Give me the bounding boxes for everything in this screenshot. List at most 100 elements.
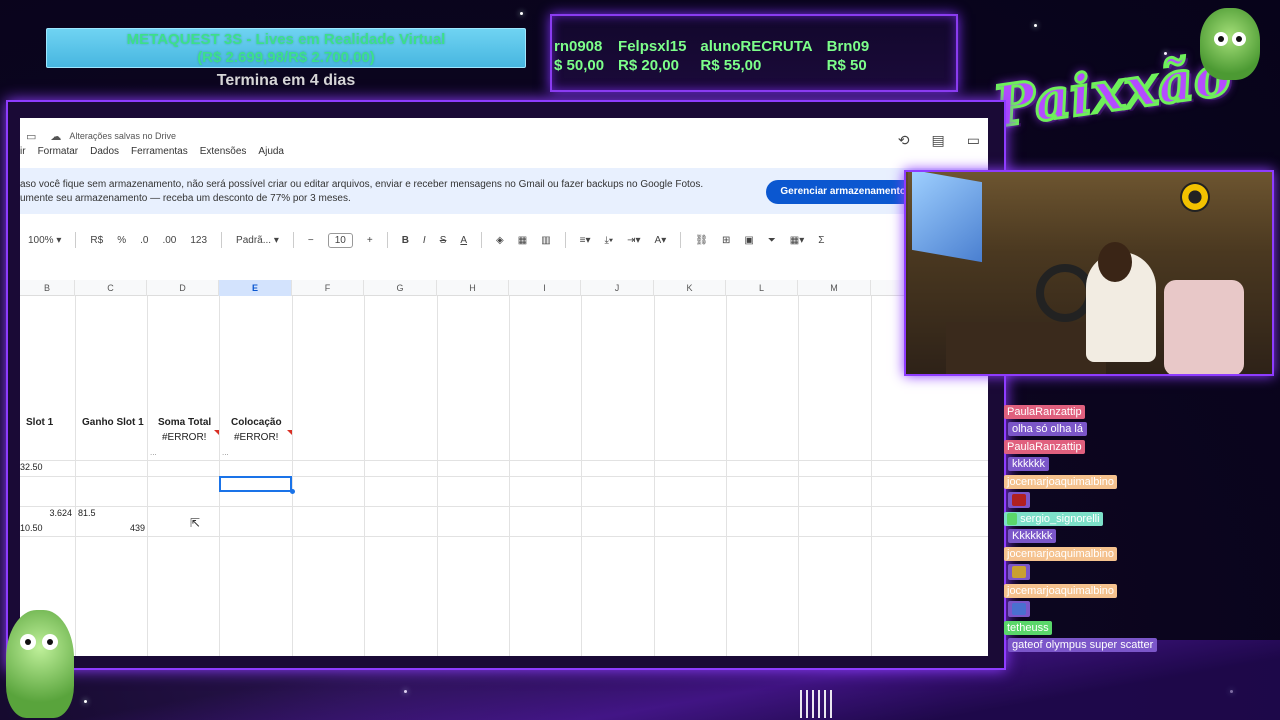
strikethrough-button[interactable]: S — [440, 235, 447, 246]
cell-e2[interactable]: #ERROR! — [234, 432, 278, 443]
cell-e3[interactable]: ... — [222, 448, 229, 457]
chat-emote — [1008, 564, 1030, 581]
menu-bar: ir Formatar Dados Ferramentas Extensões … — [20, 146, 284, 157]
align-horizontal-icon[interactable]: ≡▾ — [580, 235, 591, 246]
column-header-b[interactable]: B — [20, 280, 75, 296]
column-header-f[interactable]: F — [292, 280, 364, 296]
menu-item[interactable]: ir — [20, 146, 26, 157]
text-wrap-icon[interactable]: ⇥▾ — [627, 235, 640, 246]
ticker-item: Felpsxl15 R$ 20,00 — [618, 38, 686, 90]
toolbar-separator — [221, 232, 223, 248]
menu-item-format[interactable]: Formatar — [38, 146, 79, 157]
menu-item-tools[interactable]: Ferramentas — [131, 146, 188, 157]
column-header-l[interactable]: L — [726, 280, 798, 296]
column-header-i[interactable]: I — [509, 280, 581, 296]
align-vertical-icon[interactable]: ⤓▾ — [605, 235, 614, 246]
cell-b8[interactable]: 10.50 — [20, 523, 43, 533]
eye-icon — [1232, 32, 1246, 46]
cell-b4[interactable]: 32.50 — [20, 462, 43, 472]
comments-icon[interactable]: ▤ — [932, 132, 945, 149]
column-header-d[interactable]: D — [147, 280, 219, 296]
column-header-j[interactable]: J — [581, 280, 654, 296]
functions-button[interactable]: Σ — [818, 235, 824, 246]
badge-icon — [1007, 513, 1017, 526]
filter-views-icon[interactable]: ▦▾ — [790, 235, 804, 246]
chat-message: jocemarjoaquimalbino — [1004, 581, 1280, 618]
cell-d3[interactable]: ... — [150, 448, 157, 457]
selected-cell-e5[interactable] — [219, 476, 292, 492]
ticker-item: Brn09 R$ 50 — [827, 38, 870, 90]
drive-status: Alterações salvas no Drive — [69, 131, 176, 141]
column-header-k[interactable]: K — [654, 280, 726, 296]
merge-cells-icon[interactable]: ▥ — [541, 235, 550, 246]
cell-b1[interactable]: Slot 1 — [26, 417, 53, 428]
column-header-e[interactable]: E — [219, 280, 292, 296]
ticker-item: alunoRECRUTA R$ 55,00 — [700, 38, 812, 90]
spreadsheet-window: ▭ ☁ Alterações salvas no Drive ir Format… — [20, 118, 988, 656]
increase-decimals-button[interactable]: .00 — [162, 235, 176, 246]
webcam-feed — [904, 170, 1274, 376]
filter-icon[interactable]: ⏷ — [768, 235, 776, 246]
cell-d2[interactable]: #ERROR! — [162, 432, 206, 443]
cell-grid[interactable]: B C D E F G H I J K L M Slot 1 Ganho Slo… — [20, 280, 988, 656]
donations-ticker: rn0908 $ 50,00 Felpsxl15 R$ 20,00 alunoR… — [550, 14, 958, 92]
bold-button[interactable]: B — [402, 235, 409, 246]
mascot-icon — [6, 610, 74, 718]
currency-format-button[interactable]: R$ — [90, 235, 103, 246]
column-header-g[interactable]: G — [364, 280, 437, 296]
fill-color-icon[interactable]: ◈ — [496, 235, 504, 246]
toolbar-separator — [75, 232, 77, 248]
percent-format-button[interactable]: % — [117, 235, 126, 246]
link-icon[interactable]: ⛓ — [695, 235, 708, 246]
zoom-select[interactable]: 100% ▾ — [28, 235, 61, 246]
text-rotation-icon[interactable]: A▾ — [655, 235, 667, 246]
menu-item-help[interactable]: Ajuda — [258, 146, 284, 157]
chat-emote — [1008, 492, 1030, 509]
fill-handle[interactable] — [290, 489, 295, 494]
chat-message: PaulaRanzattip olha só olha lá — [1004, 402, 1280, 436]
cell-c7[interactable]: 81.5 — [78, 508, 96, 518]
chat-message: sergio_signorelli Kkkkkkk — [1004, 509, 1280, 544]
borders-icon[interactable]: ▦ — [518, 235, 527, 246]
ticker-item: rn0908 $ 50,00 — [554, 38, 604, 90]
toolbar: 100% ▾ R$ % .0 .00 123 Padrã... ▾ − 10 +… — [20, 226, 988, 254]
cell-e1[interactable]: Colocação — [231, 417, 282, 428]
chat-username: jocemarjoaquimalbino — [1004, 475, 1118, 489]
table-shape — [946, 322, 1106, 374]
target-sign-icon — [1180, 182, 1210, 212]
menu-item-data[interactable]: Dados — [90, 146, 119, 157]
column-header-m[interactable]: M — [798, 280, 871, 296]
column-header-h[interactable]: H — [437, 280, 509, 296]
monitor-shape — [912, 172, 982, 263]
chat-text: kkkkkk — [1008, 457, 1049, 471]
folder-icon[interactable]: ▭ — [26, 130, 36, 143]
chart-icon[interactable]: ▣ — [744, 235, 753, 246]
comment-icon[interactable]: ⊞ — [722, 235, 730, 246]
chat-message: PaulaRanzattip kkkkkk — [1004, 437, 1280, 471]
font-size-decrease-button[interactable]: − — [308, 235, 314, 246]
cell-b7[interactable]: 3.624 — [20, 508, 72, 518]
chat-text: gateof olympus super scatter — [1008, 638, 1158, 653]
history-icon[interactable]: ⟲ — [898, 132, 910, 149]
cell-c8[interactable]: 439 — [75, 523, 145, 533]
ticker-amount: $ 50,00 — [554, 57, 605, 74]
italic-button[interactable]: I — [423, 235, 426, 246]
font-size-increase-button[interactable]: + — [367, 235, 373, 246]
column-header-c[interactable]: C — [75, 280, 147, 296]
more-formats-button[interactable]: 123 — [190, 235, 207, 246]
font-size-input[interactable]: 10 — [327, 232, 353, 248]
chat-message: jocemarjoaquimalbino — [1004, 472, 1280, 509]
chat-message: jocemarjoaquimalbino — [1004, 544, 1280, 581]
column-headers: B C D E F G H I J K L M — [20, 280, 988, 296]
chat-text: olha só olha lá — [1008, 422, 1087, 436]
manage-storage-button[interactable]: Gerenciar armazenamento — [766, 180, 920, 204]
video-call-icon[interactable]: ▭ — [967, 132, 980, 149]
menu-item-extensions[interactable]: Extensões — [200, 146, 247, 157]
cell-c1[interactable]: Ganho Slot 1 — [82, 417, 144, 428]
ticker-name: Brn09 — [826, 38, 870, 55]
cell-d1[interactable]: Soma Total — [158, 417, 211, 428]
font-select[interactable]: Padrã... ▾ — [236, 235, 279, 246]
grid-line — [20, 476, 988, 477]
text-color-button[interactable]: A — [460, 235, 467, 246]
decrease-decimals-button[interactable]: .0 — [140, 235, 148, 246]
